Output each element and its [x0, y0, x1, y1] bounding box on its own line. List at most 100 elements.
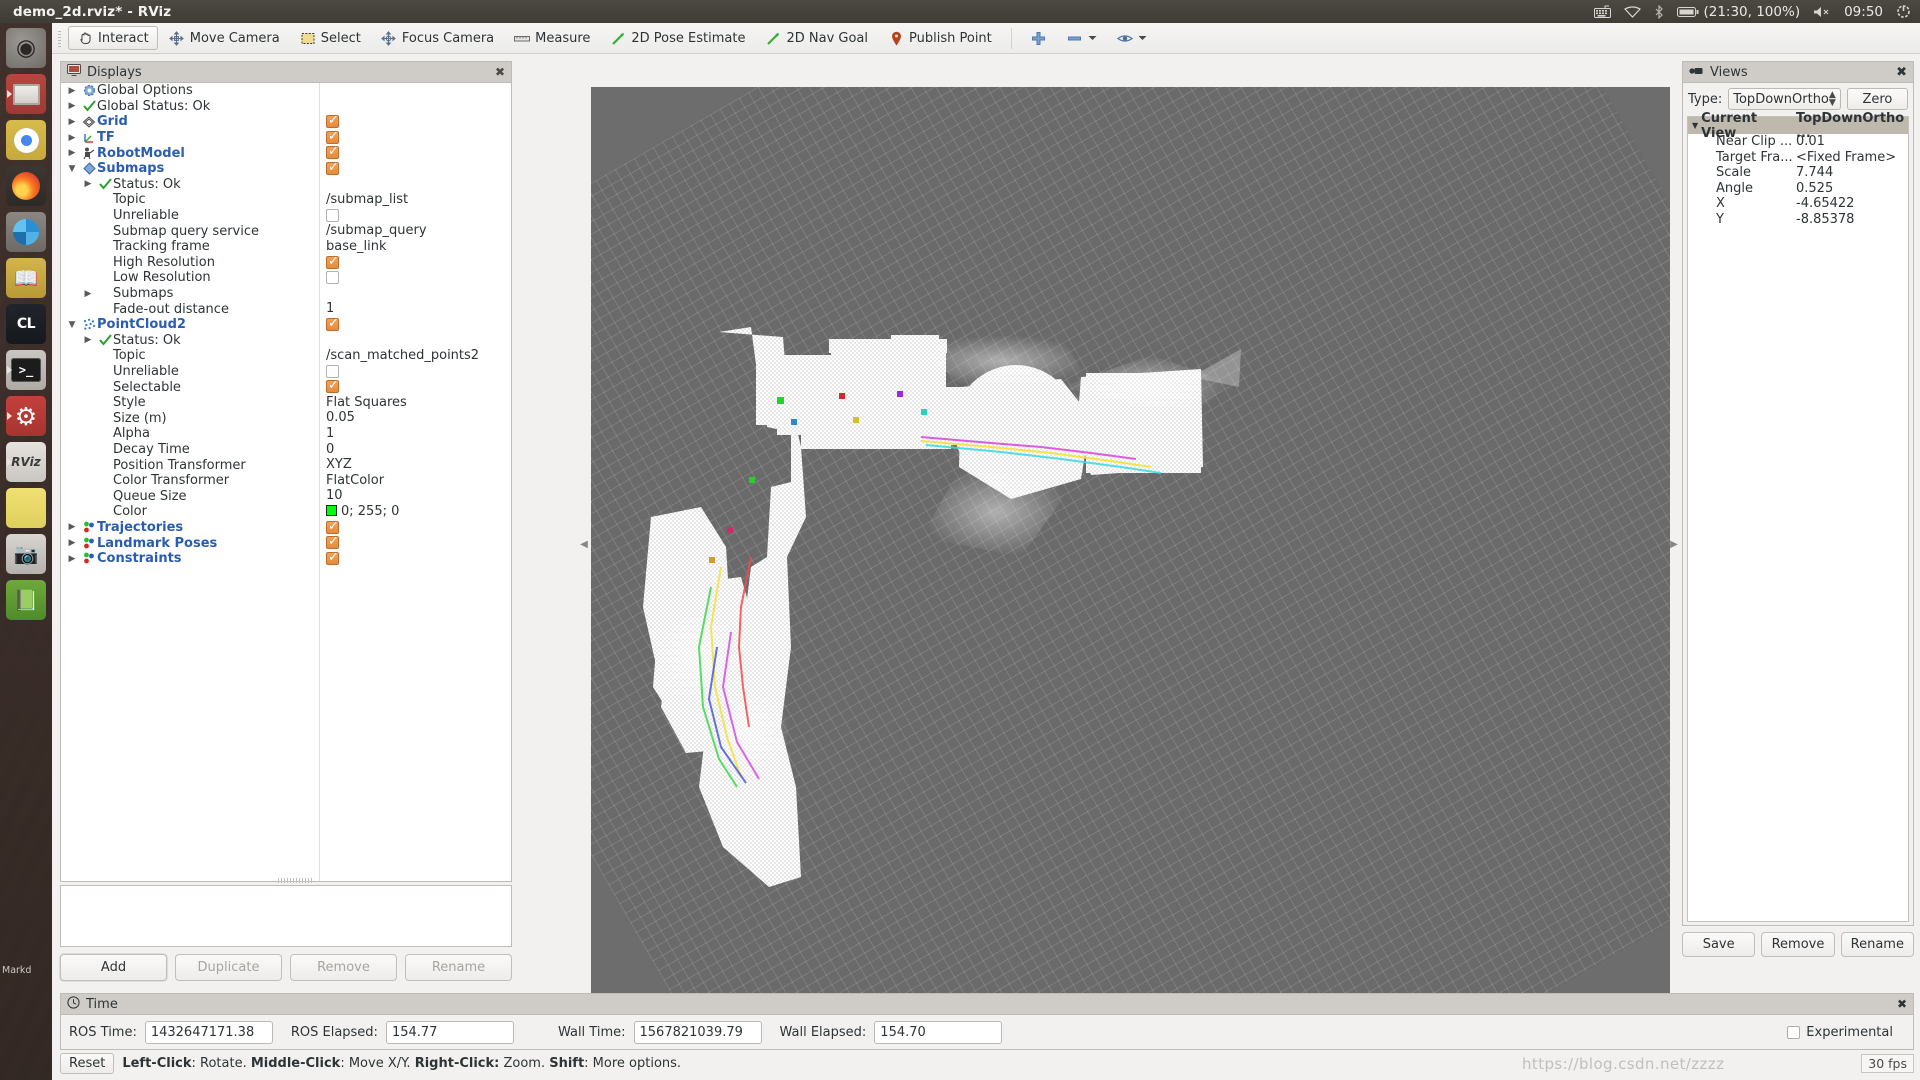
- tool-2d-nav-goal[interactable]: 2D Nav Goal: [756, 26, 877, 50]
- tree-row[interactable]: Style Flat Squares: [61, 395, 511, 411]
- tree-row[interactable]: Decay Time 0: [61, 442, 511, 458]
- tree-row-value[interactable]: base_link: [326, 239, 386, 254]
- tree-value-cell[interactable]: [210, 99, 511, 115]
- tree-row-value[interactable]: 0: [326, 442, 334, 457]
- launcher-item-books[interactable]: [6, 580, 46, 620]
- launcher-item-clion[interactable]: [6, 304, 46, 344]
- clock[interactable]: 09:50: [1844, 4, 1883, 20]
- views-row-value[interactable]: -4.65422: [1796, 196, 1908, 211]
- tree-value-cell[interactable]: XYZ: [246, 457, 511, 473]
- tree-row[interactable]: ▶ Status: Ok: [61, 333, 511, 349]
- twisty-right-icon[interactable]: ▶: [63, 538, 81, 548]
- twisty-right-icon[interactable]: ▶: [63, 133, 81, 143]
- tree-row-value[interactable]: FlatColor: [326, 473, 384, 488]
- tool-focus-camera[interactable]: Focus Camera: [372, 26, 503, 50]
- tree-row-checkbox[interactable]: [326, 519, 339, 534]
- keyboard-icon[interactable]: [1594, 5, 1612, 18]
- tool-2d-pose-estimate[interactable]: 2D Pose Estimate: [601, 26, 754, 50]
- remove-view-button[interactable]: Remove: [1761, 932, 1835, 957]
- tree-value-cell[interactable]: base_link: [210, 239, 511, 255]
- close-icon[interactable]: ✖: [1896, 65, 1907, 80]
- tree-value-cell[interactable]: 10: [187, 488, 511, 504]
- tree-row[interactable]: ▶ Trajectories: [61, 519, 511, 536]
- tree-row[interactable]: Tracking frame base_link: [61, 239, 511, 255]
- tree-value-cell[interactable]: [179, 208, 511, 224]
- twisty-right-icon[interactable]: ▶: [79, 335, 97, 345]
- tree-row[interactable]: Submap query service/submap_query: [61, 223, 511, 239]
- launcher-item-help[interactable]: [6, 258, 46, 298]
- tree-value-cell[interactable]: [182, 550, 511, 567]
- tree-row[interactable]: Fade-out distance 1: [61, 301, 511, 317]
- tree-row-checkbox[interactable]: [326, 550, 339, 565]
- tree-row[interactable]: High Resolution: [61, 254, 511, 271]
- launcher-item-notes[interactable]: [6, 488, 46, 528]
- launcher-item-ubuntu-dash[interactable]: [6, 28, 46, 68]
- zero-button[interactable]: Zero: [1846, 88, 1908, 110]
- left-splitter-handle[interactable]: ◀: [580, 87, 588, 1002]
- experimental-checkbox[interactable]: [1787, 1025, 1801, 1039]
- launcher-item-rviz[interactable]: [6, 442, 46, 482]
- tree-value-cell[interactable]: /submap_query: [259, 223, 511, 239]
- tree-row[interactable]: ▶ TF: [61, 129, 511, 146]
- tree-row[interactable]: ▶ Global Status: Ok: [61, 99, 511, 115]
- tree-value-cell[interactable]: [193, 83, 511, 99]
- power-gear-icon[interactable]: [1896, 4, 1911, 19]
- tree-value-cell[interactable]: 0: [190, 442, 511, 458]
- remove-tool-button[interactable]: [1058, 26, 1106, 50]
- tree-row-checkbox[interactable]: [326, 113, 339, 129]
- save-view-button[interactable]: Save: [1682, 932, 1756, 957]
- remove-display-button[interactable]: Remove: [290, 954, 397, 981]
- twisty-right-icon[interactable]: ▶: [63, 101, 81, 111]
- tree-value-cell[interactable]: 0.05: [167, 410, 511, 426]
- tool-move-camera[interactable]: Move Camera: [160, 26, 289, 50]
- wall-elapsed-input[interactable]: 154.70: [874, 1020, 1003, 1044]
- tree-row-checkbox[interactable]: [326, 160, 339, 175]
- tree-value-cell[interactable]: [115, 129, 511, 146]
- tree-value-cell[interactable]: FlatColor: [229, 473, 511, 489]
- tree-value-cell[interactable]: [215, 254, 511, 271]
- tree-value-cell[interactable]: Flat Squares: [146, 395, 511, 411]
- launcher-item-gimp[interactable]: [6, 212, 46, 252]
- twisty-down-icon[interactable]: ▼: [1692, 121, 1698, 130]
- tree-row[interactable]: Selectable: [61, 378, 511, 395]
- right-splitter-handle[interactable]: ▶: [1670, 87, 1678, 1002]
- ros-elapsed-input[interactable]: 154.77: [385, 1020, 514, 1044]
- close-icon[interactable]: ✖: [495, 65, 505, 79]
- launcher-item-camera[interactable]: [6, 534, 46, 574]
- tree-row[interactable]: ▶ RobotModel: [61, 144, 511, 161]
- launcher-item-settings[interactable]: [6, 396, 46, 436]
- views-property-table[interactable]: ▼ Current View TopDownOrtho ... Near Cli…: [1687, 111, 1909, 922]
- tree-value-cell[interactable]: [217, 534, 511, 551]
- tree-row-value[interactable]: 0; 255; 0: [326, 504, 399, 519]
- tree-row[interactable]: Topic/scan_matched_points2: [61, 348, 511, 364]
- twisty-right-icon[interactable]: ▶: [63, 117, 81, 127]
- tree-row[interactable]: ▶ Grid: [61, 113, 511, 130]
- launcher-item-files[interactable]: [6, 74, 46, 114]
- tree-value-cell[interactable]: /submap_list: [146, 192, 511, 208]
- experimental-toggle[interactable]: Experimental: [1787, 1025, 1905, 1040]
- color-swatch[interactable]: [326, 505, 337, 517]
- tree-row[interactable]: ▶ Global Options: [61, 83, 511, 99]
- chevron-down-icon[interactable]: [1088, 30, 1097, 46]
- views-row-value[interactable]: 0.01: [1796, 134, 1908, 149]
- tree-row-value[interactable]: 1: [326, 426, 334, 441]
- view-type-combo[interactable]: TopDownOrtho ▲ ▼: [1728, 88, 1841, 110]
- views-row-value[interactable]: 0.525: [1796, 181, 1908, 196]
- visibility-tool-button[interactable]: [1108, 26, 1156, 50]
- tree-row-checkbox[interactable]: [326, 254, 339, 269]
- tree-value-cell[interactable]: [186, 316, 511, 333]
- tool-select[interactable]: Select: [291, 26, 370, 50]
- tree-value-cell[interactable]: /scan_matched_points2: [146, 348, 511, 364]
- twisty-right-icon[interactable]: ▶: [79, 289, 97, 299]
- close-icon[interactable]: ✖: [1897, 997, 1907, 1011]
- tree-value-cell[interactable]: 1: [229, 301, 511, 317]
- tree-row[interactable]: Unreliable: [61, 208, 511, 224]
- tree-value-cell[interactable]: [183, 519, 511, 536]
- views-table-row[interactable]: X -4.65422: [1688, 196, 1908, 212]
- render-view-3d[interactable]: [591, 87, 1670, 1002]
- add-display-button[interactable]: Add: [60, 954, 167, 981]
- twisty-right-icon[interactable]: ▶: [63, 86, 81, 96]
- twisty-right-icon[interactable]: ▶: [63, 522, 81, 532]
- rename-view-button[interactable]: Rename: [1840, 932, 1914, 957]
- twisty-right-icon[interactable]: ▶: [79, 179, 97, 189]
